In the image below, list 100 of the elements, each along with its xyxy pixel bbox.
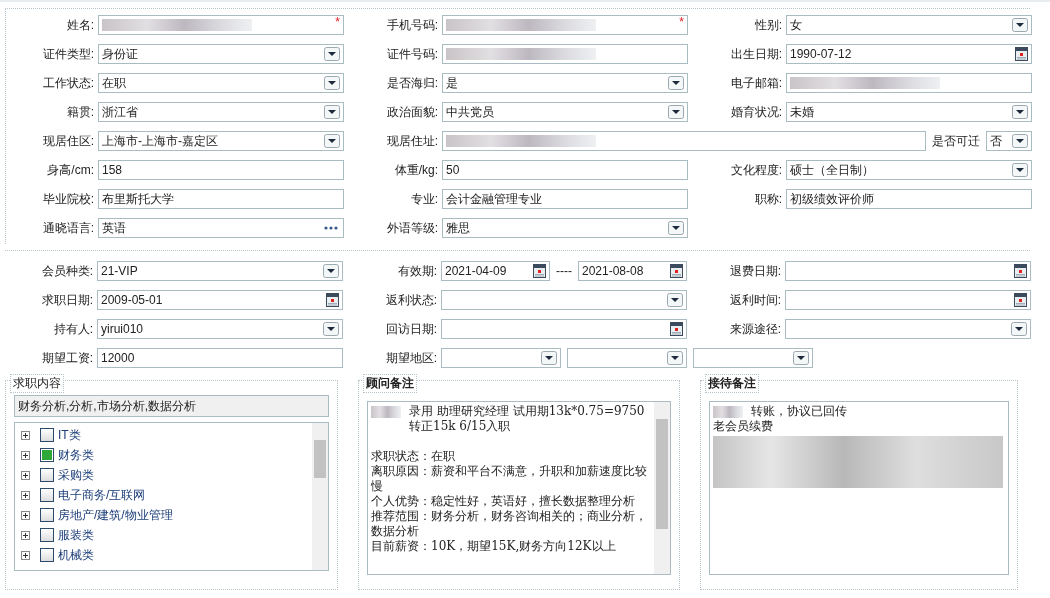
dropdown-field[interactable]: 中共党员 (442, 102, 688, 122)
text-field[interactable]: 50 (442, 160, 688, 180)
dropdown-field[interactable] (693, 348, 813, 368)
checkbox[interactable] (40, 548, 54, 562)
dropdown-field[interactable]: 硕士（全日制） (786, 160, 1032, 180)
field-label: 姓名: (65, 16, 94, 34)
text-field[interactable] (442, 44, 688, 64)
tree-item[interactable]: 财务类 (58, 446, 94, 464)
date-field[interactable]: 2009-05-01 (97, 290, 343, 310)
tree-item[interactable]: IT类 (58, 426, 81, 444)
dropdown-field[interactable] (785, 319, 1031, 339)
note-line: 个人优势：稳定性好，英语好，擅长数据整理分析 (371, 494, 636, 509)
note-line: 老会员续费 (713, 419, 774, 434)
expand-icon[interactable] (21, 550, 30, 560)
dropdown-field[interactable] (441, 290, 687, 310)
field-label: 求职日期: (40, 291, 93, 309)
dropdown-field[interactable]: 女 (786, 15, 1032, 35)
expand-icon[interactable] (21, 470, 30, 480)
checkbox[interactable] (40, 428, 54, 442)
dropdown-field[interactable]: yirui010 (97, 319, 343, 339)
text-field[interactable]: 会计金融管理专业 (442, 189, 688, 209)
checkbox[interactable] (40, 508, 54, 522)
field-label: ---- (556, 264, 572, 278)
picker-field[interactable]: 英语 (98, 218, 344, 238)
dropdown-field[interactable]: 是 (442, 73, 688, 93)
text-field[interactable]: 布里斯托大学 (98, 189, 344, 209)
date-field[interactable]: 1990-07-12 (786, 44, 1032, 64)
date-field[interactable] (785, 290, 1031, 310)
field-label: 期望地区: (384, 349, 437, 367)
expand-icon[interactable] (21, 450, 30, 460)
dropdown-field[interactable] (567, 348, 687, 368)
field-label: 体重/kg: (393, 161, 438, 179)
checkbox[interactable] (40, 528, 54, 542)
field-label: 返利时间: (728, 291, 781, 309)
notes-text-area[interactable]: 转账，协议已回传 老会员续费 (709, 401, 1009, 575)
calendar-icon[interactable] (326, 293, 339, 307)
tree-item[interactable]: 电子商务/互联网 (58, 486, 146, 504)
dropdown-field[interactable]: 雅思 (442, 218, 688, 238)
dropdown-field[interactable]: 21-VIP (97, 261, 343, 281)
dropdown-field[interactable] (441, 348, 561, 368)
field-label: 专业: (409, 190, 438, 208)
field-label: 期望工资: (40, 349, 93, 367)
field-label: 现居住址: (385, 132, 438, 150)
field-label: 现居住区: (41, 132, 94, 150)
date-field[interactable] (441, 319, 687, 339)
text-field[interactable]: * (442, 15, 688, 35)
dropdown-field[interactable]: 未婚 (786, 102, 1032, 122)
panel-legend: 接待备注 (705, 374, 759, 393)
field-label: 通晓语言: (41, 219, 94, 237)
field-label: 证件号码: (385, 45, 438, 63)
field-label: 外语等级: (385, 219, 438, 237)
calendar-icon[interactable] (670, 322, 683, 336)
tree-item[interactable]: 采购类 (58, 466, 94, 484)
field-label: 性别: (753, 16, 782, 34)
tree-item[interactable]: 服装类 (58, 526, 94, 544)
summary-field[interactable]: 财务分析,分析,市场分析,数据分析 (14, 395, 329, 417)
text-field[interactable] (442, 131, 926, 151)
dropdown-field[interactable]: 上海市-上海市-嘉定区 (98, 131, 344, 151)
date-field[interactable]: 2021-08-08 (578, 261, 687, 281)
checkbox[interactable] (40, 468, 54, 482)
field-label: 返利状态: (384, 291, 437, 309)
calendar-icon[interactable] (1014, 264, 1027, 278)
text-field[interactable]: 12000 (97, 348, 343, 368)
dropdown-field[interactable]: 浙江省 (98, 102, 344, 122)
field-label: 职称: (753, 190, 782, 208)
expand-icon[interactable] (21, 510, 30, 520)
calendar-icon[interactable] (670, 264, 683, 278)
calendar-icon[interactable] (1014, 293, 1027, 307)
text-field[interactable]: 158 (98, 160, 344, 180)
field-label: 籍贯: (65, 103, 94, 121)
checkbox[interactable] (40, 488, 54, 502)
required-mark: * (679, 16, 684, 28)
calendar-icon[interactable] (533, 264, 546, 278)
field-label: 回访日期: (384, 320, 437, 338)
expand-icon[interactable] (21, 430, 30, 440)
dropdown-field[interactable]: 在职 (98, 73, 344, 93)
field-label: 有效期: (396, 262, 437, 280)
dropdown-field[interactable]: 否 (986, 131, 1032, 151)
tree-item[interactable]: 房地产/建筑/物业管理 (58, 506, 173, 524)
text-field[interactable]: * (98, 15, 344, 35)
field-label: 政治面貌: (385, 103, 438, 121)
note-line: 离职原因：薪资和平台不满意，升职和加薪速度比较慢 (371, 464, 648, 494)
dropdown-field[interactable]: 身份证 (98, 44, 344, 64)
field-label: 工作状态: (41, 74, 94, 92)
date-field[interactable] (785, 261, 1031, 281)
scrollbar[interactable] (654, 402, 670, 574)
notes-text-area[interactable]: 录用 助理研究经理 试用期13k*0.75=9750 转正15k 6/15入职 求职状态：在职 离职原因：薪资和平台不满意，升职和加薪速度比较慢 个人优势：稳定性好，英语好，擅长数据整理分析 推荐范围：财务分析，财务咨询相关的；商业分析，数据分析 目前薪资：10K，期望15K,财务方向12K以上 (367, 401, 671, 575)
expand-icon[interactable] (21, 490, 30, 500)
scrollbar[interactable] (312, 423, 328, 570)
expand-icon[interactable] (21, 530, 30, 540)
field-label: 手机号码: (385, 16, 438, 34)
field-label: 身高/cm: (46, 161, 94, 179)
field-label: 来源途径: (728, 320, 781, 338)
text-field[interactable] (786, 73, 1032, 93)
more-options-icon[interactable] (324, 226, 338, 230)
tree-item[interactable]: 机械类 (58, 546, 94, 564)
calendar-icon[interactable] (1015, 47, 1028, 61)
checkbox[interactable] (40, 448, 54, 462)
text-field[interactable]: 初级绩效评价师 (786, 189, 1032, 209)
date-field[interactable]: 2021-04-09 (441, 261, 550, 281)
